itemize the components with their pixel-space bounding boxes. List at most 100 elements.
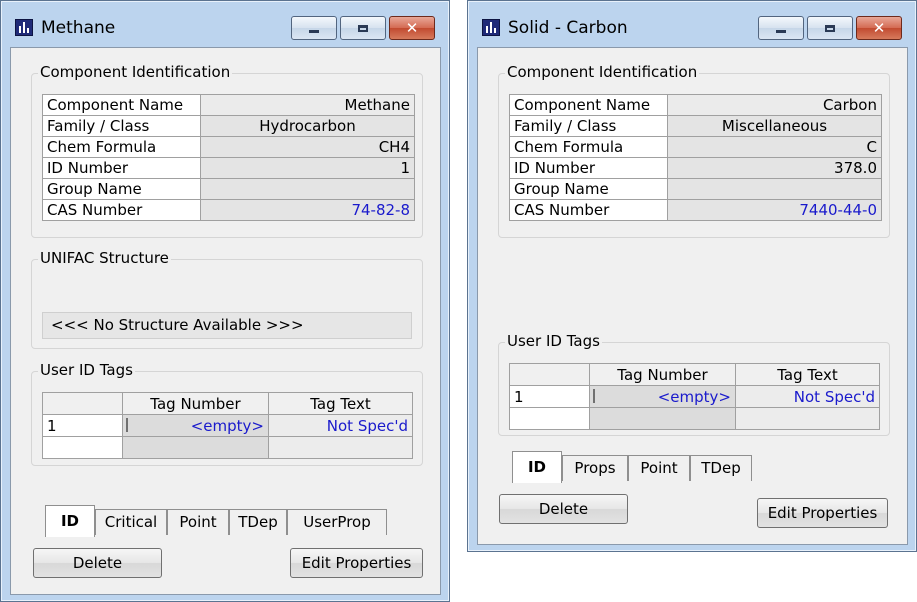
tag-text-cell[interactable]: Not Spec'd: [735, 385, 880, 408]
chart-app-icon: [482, 19, 500, 36]
carbon-titlebar[interactable]: Solid - Carbon: [468, 1, 916, 40]
edit-caret: [593, 389, 595, 403]
table-row: Family / Class Miscellaneous: [509, 115, 882, 137]
table-row: Chem Formula C: [509, 136, 882, 158]
methane-titlebar[interactable]: Methane: [1, 1, 449, 40]
field-label: Component Name: [42, 94, 201, 116]
tab-point[interactable]: Point: [167, 509, 229, 535]
group-label: UNIFAC Structure: [38, 249, 171, 267]
tag-number-cell[interactable]: <empty>: [589, 385, 736, 408]
close-button[interactable]: [856, 16, 902, 40]
methane-window: Methane Component Identification Compone…: [0, 0, 450, 602]
tab-point[interactable]: Point: [628, 455, 690, 481]
user-id-tags-group: User ID Tags Tag Number Tag Text 1 <empt…: [31, 361, 423, 466]
group-name-field[interactable]: [200, 178, 415, 200]
field-label: Family / Class: [509, 115, 668, 137]
table-header-row: Tag Number Tag Text: [509, 363, 880, 386]
table-header-row: Tag Number Tag Text: [42, 392, 413, 415]
tag-text-cell[interactable]: Not Spec'd: [268, 414, 413, 437]
tab-id[interactable]: ID: [512, 451, 562, 483]
table-row: Component Name Carbon: [509, 94, 882, 116]
component-name-field[interactable]: Methane: [200, 94, 415, 116]
id-number-field[interactable]: 378.0: [667, 157, 882, 179]
table-row: [509, 407, 880, 430]
table-row: ID Number 378.0: [509, 157, 882, 179]
group-label: Component Identification: [505, 63, 700, 81]
tag-text-cell[interactable]: [268, 436, 413, 459]
minimize-button[interactable]: [758, 16, 804, 40]
row-number: [42, 436, 123, 459]
window-title: Solid - Carbon: [508, 18, 628, 38]
field-label: Family / Class: [42, 115, 201, 137]
field-label: ID Number: [509, 157, 668, 179]
minimize-button[interactable]: [291, 16, 337, 40]
table-row: [42, 436, 413, 459]
user-tags-table: Tag Number Tag Text 1 <empty> Not Spec'd: [509, 363, 880, 430]
carbon-tabstrip: ID Props Point TDep: [512, 451, 772, 483]
empty-header-cell: [42, 392, 123, 415]
column-header: Tag Text: [268, 392, 413, 415]
tab-tdep[interactable]: TDep: [229, 509, 287, 535]
cas-number-field[interactable]: 74-82-8: [200, 199, 415, 221]
maximize-button[interactable]: [340, 16, 386, 40]
tab-tdep[interactable]: TDep: [690, 455, 752, 481]
component-identification-group: Component Identification Component Name …: [31, 63, 423, 238]
column-header: Tag Text: [735, 363, 880, 386]
methane-tabstrip: ID Critical Point TDep UserProp: [45, 505, 405, 537]
no-structure-message: <<< No Structure Available >>>: [42, 312, 412, 339]
chart-app-icon: [15, 19, 33, 36]
row-number: [509, 407, 590, 430]
edit-properties-button[interactable]: Edit Properties: [290, 548, 423, 578]
delete-button[interactable]: Delete: [33, 548, 162, 578]
family-class-field[interactable]: Hydrocarbon: [200, 115, 415, 137]
tab-userprop[interactable]: UserProp: [287, 509, 387, 535]
tag-number-cell[interactable]: [589, 407, 736, 430]
group-label: User ID Tags: [38, 361, 135, 379]
field-label: Chem Formula: [509, 136, 668, 158]
tab-id[interactable]: ID: [45, 505, 95, 537]
group-name-field[interactable]: [667, 178, 882, 200]
tag-number-cell[interactable]: [122, 436, 269, 459]
tab-critical[interactable]: Critical: [95, 509, 167, 535]
tag-text-cell[interactable]: [735, 407, 880, 430]
component-identification-group: Component Identification Component Name …: [498, 63, 890, 238]
group-label: Component Identification: [38, 63, 233, 81]
component-name-field[interactable]: Carbon: [667, 94, 882, 116]
table-row: Group Name: [509, 178, 882, 200]
column-header: Tag Number: [589, 363, 736, 386]
row-number: 1: [42, 414, 123, 437]
chem-formula-field[interactable]: CH4: [200, 136, 415, 158]
delete-button[interactable]: Delete: [499, 494, 628, 524]
maximize-button[interactable]: [807, 16, 853, 40]
row-number: 1: [509, 385, 590, 408]
empty-header-cell: [509, 363, 590, 386]
chem-formula-field[interactable]: C: [667, 136, 882, 158]
table-row: Chem Formula CH4: [42, 136, 415, 158]
cas-number-field[interactable]: 7440-44-0: [667, 199, 882, 221]
field-label: Group Name: [42, 178, 201, 200]
close-button[interactable]: [389, 16, 435, 40]
user-tags-table: Tag Number Tag Text 1 <empty> Not Spec'd: [42, 392, 413, 459]
tag-number-value: <empty>: [190, 416, 264, 435]
window-title: Methane: [41, 18, 116, 38]
field-label: Chem Formula: [42, 136, 201, 158]
tag-number-value: <empty>: [657, 387, 731, 406]
table-row: CAS Number 74-82-8: [42, 199, 415, 221]
tab-props[interactable]: Props: [562, 455, 628, 481]
table-row: CAS Number 7440-44-0: [509, 199, 882, 221]
user-id-tags-group: User ID Tags Tag Number Tag Text 1 <empt…: [498, 332, 890, 436]
table-row: Family / Class Hydrocarbon: [42, 115, 415, 137]
edit-properties-button[interactable]: Edit Properties: [757, 498, 888, 528]
table-row: Group Name: [42, 178, 415, 200]
table-row: ID Number 1: [42, 157, 415, 179]
field-label: ID Number: [42, 157, 201, 179]
tag-number-cell[interactable]: <empty>: [122, 414, 269, 437]
field-label: CAS Number: [509, 199, 668, 221]
unifac-structure-group: UNIFAC Structure <<< No Structure Availa…: [31, 249, 423, 349]
edit-caret: [126, 418, 128, 432]
id-number-field[interactable]: 1: [200, 157, 415, 179]
field-label: CAS Number: [42, 199, 201, 221]
field-label: Group Name: [509, 178, 668, 200]
family-class-field[interactable]: Miscellaneous: [667, 115, 882, 137]
carbon-window: Solid - Carbon Component Identification …: [467, 0, 917, 552]
